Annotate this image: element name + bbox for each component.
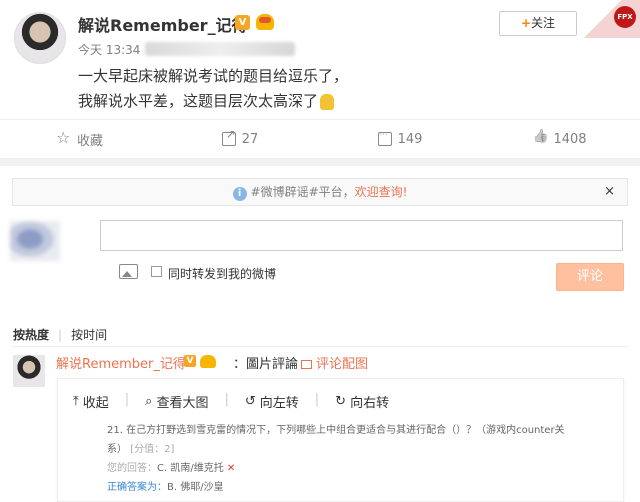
view-large-button[interactable]: ⌕ 查看大图 (145, 392, 208, 411)
team-logo-text: FPX (614, 6, 636, 28)
toolbar-separator: | (124, 392, 130, 407)
member-crown-icon (256, 14, 274, 30)
reply-avatar[interactable] (13, 355, 45, 387)
sort-time[interactable]: 按时间 (71, 328, 107, 342)
reply-text: ：圖片評論 (233, 357, 299, 372)
comment-input[interactable] (100, 220, 623, 251)
info-icon: i (232, 187, 247, 201)
exam-question-cont: 系） [分值：2] (107, 444, 175, 455)
post-actions: 收藏 27 149 1408 (0, 119, 640, 158)
wrong-icon: ✕ (226, 463, 236, 474)
blurred-source (145, 42, 295, 56)
follow-label: 关注 (531, 16, 556, 30)
sort-separator: | (58, 328, 63, 342)
comment-button[interactable]: 149 (320, 120, 480, 158)
verified-badge: V (235, 15, 250, 30)
exam-question: 21. 在己方打野选到雪克雷的情况下，下列哪些上中组合更适合与其进行配合（）？（… (107, 425, 565, 436)
comment-sorter: 按热度 | 按时间 (13, 326, 107, 343)
toolbar-separator: | (224, 392, 229, 407)
sort-hot[interactable]: 按热度 (13, 328, 49, 342)
rotate-right-button[interactable]: ↻ 向右转 (335, 392, 389, 411)
collapse-button[interactable]: ⤒ 收起 (73, 392, 109, 411)
repost-label[interactable]: 同时转发到我的微博 (168, 265, 276, 282)
exam-correct-answer: 正确答案为：B. 佛耶/沙皇 (107, 482, 224, 493)
notice-link[interactable]: 欢迎查询! (355, 185, 408, 199)
divider (12, 346, 628, 347)
follow-plus-icon: + (520, 16, 532, 30)
rumor-notice: i #微博辟谣#平台，欢迎查询! × (12, 178, 628, 206)
notice-text[interactable]: #微博辟谣#平台， (251, 185, 355, 199)
picture-icon (301, 360, 312, 369)
reply-verified-badge: V (184, 355, 196, 367)
follow-button[interactable]: +关注 (499, 11, 577, 36)
commenter-avatar (10, 221, 60, 261)
post-time[interactable]: 今天 13:34 (78, 41, 140, 58)
share-button[interactable]: 27 (160, 120, 320, 158)
rotate-left-button[interactable]: ↺ 向左转 (245, 392, 299, 411)
post-username[interactable]: 解说Remember_记得 (78, 12, 248, 36)
post-text: 一大早起床被解说考试的题目给逗乐了， 我解说水平差，这题目层次太高深了 (78, 64, 618, 114)
emoji-icon (320, 93, 335, 110)
like-button[interactable]: 1408 (480, 120, 640, 158)
like-icon (533, 132, 547, 146)
avatar[interactable] (14, 12, 66, 64)
reply-crown-icon (200, 355, 216, 368)
comment-icon (377, 130, 392, 146)
toolbar-separator: | (314, 392, 320, 407)
post-text-line-1: 一大早起床被解说考试的题目给逗乐了， (78, 67, 349, 85)
exam-your-answer: 您的回答：C. 凯南/维克托 ✕ (107, 463, 236, 474)
exam-image: 21. 在己方打野选到雪克雷的情况下，下列哪些上中组合更适合与其进行配合（）？（… (107, 421, 587, 497)
reply-image-link[interactable]: 评论配图 (301, 353, 368, 372)
favorite-button[interactable]: 收藏 (0, 120, 160, 158)
post-text-line-2: 我解说水平差，这题目层次太高深了 (78, 89, 618, 114)
post-card: 解说Remember_记得 V +关注 FPX 今天 13:34 一大早起床被解… (0, 0, 640, 158)
close-icon[interactable]: × (604, 179, 615, 205)
repost-checkbox[interactable] (151, 266, 162, 277)
comment-submit-button[interactable]: 评论 (556, 263, 624, 291)
image-toolbar: ⤒ 收起 | ⌕ 查看大图 | ↺ 向左转 | ↻ 向右转 (73, 392, 389, 411)
team-logo: FPX (584, 0, 640, 38)
image-icon[interactable] (119, 264, 138, 279)
share-icon (221, 127, 236, 146)
star-icon (56, 128, 71, 147)
reply-username[interactable]: 解说Remember_记得 (56, 353, 186, 372)
